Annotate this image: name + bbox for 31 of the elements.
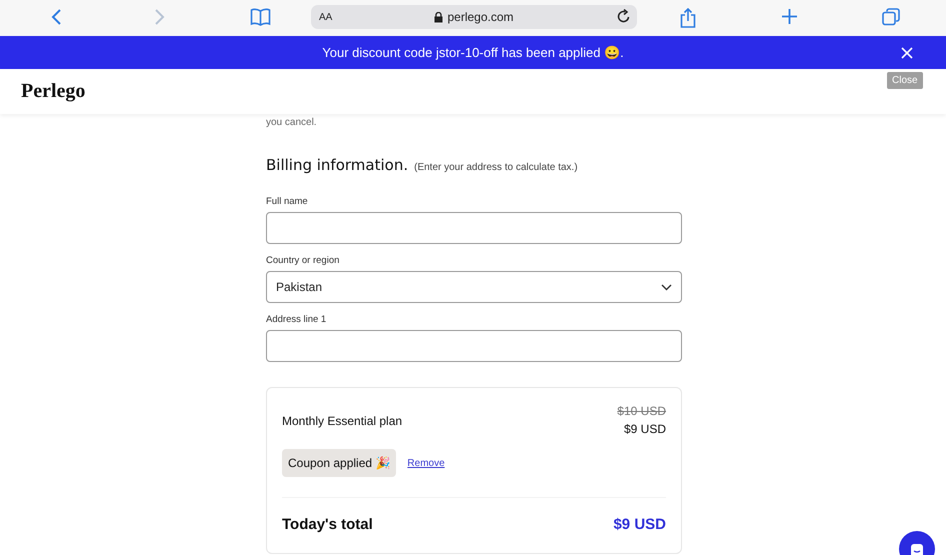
field-label: Full name (266, 196, 309, 207)
terms-text: you cancel. (266, 116, 318, 130)
input-field[interactable] (266, 330, 682, 362)
field-label: Address line 1 (266, 314, 328, 325)
field-label: Country or region (266, 255, 340, 266)
coupon-badge: Coupon applied 🎉 (282, 449, 396, 477)
section-title: Billing information. (266, 156, 408, 174)
plan-name: Monthly Essential plan (282, 414, 402, 430)
discount-message: Your discount code jstor-10-off has been applied 😀. (322, 45, 624, 60)
text-size-label[interactable]: AA (319, 12, 332, 22)
total-label: Today's total (282, 516, 373, 533)
add-icon[interactable] (781, 8, 798, 25)
remove-link[interactable]: Remove (407, 458, 445, 468)
old-price: $10 USD (617, 404, 666, 418)
tabs-icon[interactable] (882, 8, 900, 26)
book-icon[interactable] (250, 8, 271, 26)
section-hint: (Enter your address to calculate tax.) (414, 162, 578, 173)
url-text: perlego.com (434, 10, 514, 24)
total-price: $9 USD (613, 516, 666, 533)
lock-icon (434, 12, 444, 22)
input-field[interactable] (266, 212, 682, 244)
close-tooltip: Close (887, 72, 923, 89)
share-icon[interactable] (680, 8, 696, 28)
reload-icon[interactable] (616, 9, 631, 24)
logo[interactable]: Perlego (21, 80, 86, 103)
close-icon[interactable] (901, 47, 913, 59)
chat-icon (910, 543, 924, 555)
plan-price: $9 USD (624, 422, 666, 436)
address-bar[interactable]: AA perlego.com (311, 5, 637, 29)
country-select[interactable]: Pakistan (266, 271, 682, 303)
chevron-down-icon (661, 284, 672, 290)
